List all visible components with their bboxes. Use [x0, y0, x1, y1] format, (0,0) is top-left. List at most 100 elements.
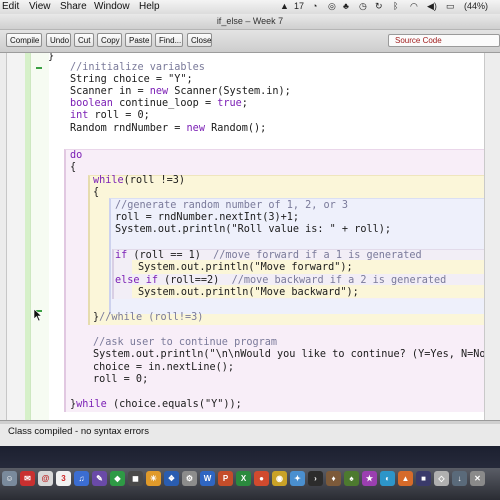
code-text: (roll==2) [157, 275, 232, 286]
code-line: }//while (roll!=3) [93, 312, 203, 324]
code-text: roll = 0; [88, 110, 150, 121]
app-icon[interactable]: ✎ [92, 471, 107, 486]
view-mode-select[interactable]: Source Code [388, 34, 500, 47]
excel-icon[interactable]: X [236, 471, 251, 486]
wifi-icon[interactable]: ◠ [410, 1, 418, 12]
app-icon[interactable]: ♠ [344, 471, 359, 486]
code-comment: //while (roll!=3) [99, 312, 204, 323]
time-machine-icon[interactable]: ◷ [359, 1, 367, 12]
menu-view[interactable]: View [29, 1, 51, 12]
code-line: { [93, 187, 100, 198]
code-line: Random rndNumber = new Random(); [70, 123, 266, 135]
evernote-icon[interactable]: ♣ [343, 1, 349, 11]
code-line: }while (choice.equals("Y")); [70, 399, 242, 411]
code-line: } [48, 53, 55, 62]
code-line: roll = 0; [93, 374, 149, 385]
code-keyword: int [70, 110, 89, 121]
code-comment: //initialize variables [70, 62, 205, 73]
find-button[interactable]: Find... [155, 33, 183, 47]
app-icon[interactable]: ◆ [110, 471, 125, 486]
itunes-icon[interactable]: ♫ [74, 471, 89, 486]
bluetooth-icon[interactable]: ᛒ [393, 1, 398, 11]
sync-icon[interactable]: ↻ [375, 1, 383, 12]
app-icon[interactable]: ◐ [380, 471, 395, 486]
code-line: if (roll == 1) //move forward if a 1 is … [115, 250, 422, 262]
code-keyword: while [93, 175, 124, 186]
code-line: System.out.println("Roll value is: " + r… [115, 224, 392, 235]
code-text: Scanner in = [70, 86, 150, 97]
powerpoint-icon[interactable]: P [218, 471, 233, 486]
code-text: (roll == 1) [127, 250, 214, 261]
app-icon[interactable]: ◉ [272, 471, 287, 486]
editor-toolbar: Compile Undo Cut Copy Paste Find... Clos… [0, 30, 500, 53]
code-keyword: while [76, 399, 107, 410]
code-text: Random(); [204, 123, 267, 134]
terminal-icon[interactable]: › [308, 471, 323, 486]
app-icon[interactable]: ▲ [398, 471, 413, 486]
clock-icon[interactable]: ◔ [312, 1, 317, 11]
code-comment: //generate random number of 1, 2, or 3 [115, 200, 349, 211]
app-icon[interactable]: ● [254, 471, 269, 486]
code-line: int roll = 0; [70, 110, 150, 122]
app-icon[interactable]: ■ [416, 471, 431, 486]
code-keyword: else [115, 275, 140, 286]
code-line: while(roll !=3) [93, 175, 185, 187]
finder-icon[interactable]: ☺ [2, 471, 17, 486]
code-line: System.out.println("\n\nWould you like t… [93, 349, 500, 360]
menu-edit[interactable]: Edit [2, 1, 19, 12]
compile-button[interactable]: Compile [6, 33, 42, 47]
window-title-bar[interactable]: if_else – Week 7 [0, 14, 500, 30]
editor-left-margin [0, 53, 7, 420]
code-comment: //move forward if a 1 is generated [213, 250, 422, 261]
menu-window[interactable]: Window [94, 1, 130, 12]
editor-scrollbar[interactable] [484, 53, 500, 420]
code-keyword: boolean [70, 98, 113, 109]
app-icon[interactable]: ❖ [164, 471, 179, 486]
code-keyword: true [217, 98, 242, 109]
code-line: choice = in.nextLine(); [93, 362, 235, 373]
downloads-icon[interactable]: ↓ [452, 471, 467, 486]
code-text: ; [241, 98, 248, 109]
code-text: Scanner(System.in); [168, 86, 291, 97]
app-icon[interactable]: ⚙ [182, 471, 197, 486]
pane-divider[interactable] [0, 421, 500, 424]
menu-help[interactable]: Help [139, 1, 160, 12]
battery-percentage: (44%) [464, 1, 489, 11]
word-icon[interactable]: W [200, 471, 215, 486]
tray-app-icon[interactable]: ▲ [280, 1, 289, 11]
line-gutter [7, 53, 25, 420]
code-line: Scanner in = new Scanner(System.in); [70, 86, 291, 98]
code-editor[interactable]: } //initialize variables String choice =… [0, 53, 500, 420]
code-line: System.out.println("Move forward"); [138, 262, 353, 273]
calendar-icon[interactable]: 3 [56, 471, 71, 486]
menu-share[interactable]: Share [60, 1, 87, 12]
paste-button[interactable]: Paste [125, 33, 152, 47]
trash-icon[interactable]: ✕ [470, 471, 485, 486]
code-keyword: new [186, 123, 205, 134]
code-comment: //move backward if a 2 is generated [231, 275, 447, 286]
code-line: else if (roll==2) //move backward if a 2… [115, 275, 446, 287]
code-keyword: new [149, 86, 169, 97]
code-line: boolean continue_loop = true; [70, 98, 248, 110]
battery-icon[interactable]: ▭ [446, 1, 455, 12]
app-icon[interactable]: ♦ [326, 471, 341, 486]
app-icon[interactable]: ☀ [146, 471, 161, 486]
copy-button[interactable]: Copy [97, 33, 122, 47]
code-text: Random rndNumber = [70, 123, 187, 134]
app-icon[interactable]: ◇ [434, 471, 449, 486]
cut-button[interactable]: Cut [74, 33, 94, 47]
app-icon[interactable]: ✦ [290, 471, 305, 486]
app-icon[interactable]: ★ [362, 471, 377, 486]
app-icon[interactable]: ✉ [20, 471, 35, 486]
tray-extra-icon[interactable]: ◎ [328, 1, 336, 12]
code-text: (roll !=3) [123, 175, 186, 186]
app-icon[interactable]: ◼ [128, 471, 143, 486]
address-book-icon[interactable]: @ [38, 471, 53, 486]
volume-icon[interactable]: ◀) [427, 1, 437, 12]
code-line: roll = rndNumber.nextInt(3)+1; [115, 212, 300, 223]
menu-bar: Edit View Share Window Help ▲ 17 ◔ ◎ ♣ ◷… [0, 0, 500, 15]
close-button[interactable]: Close [187, 33, 212, 47]
code-text: (choice.equals("Y")); [106, 399, 242, 410]
compile-status-message: Class compiled - no syntax errors [8, 426, 149, 437]
undo-button[interactable]: Undo [46, 33, 71, 47]
